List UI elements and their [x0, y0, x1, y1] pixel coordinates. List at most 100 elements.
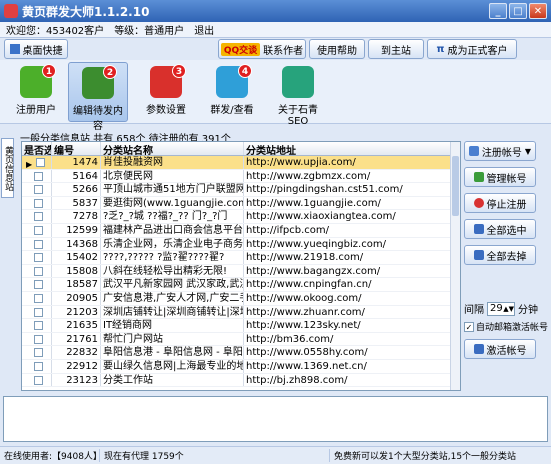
auto-email-checkbox[interactable]: ✓: [464, 321, 474, 332]
stop-register-button[interactable]: 停止注册: [464, 193, 536, 213]
row-checkbox[interactable]: [34, 212, 43, 222]
row-checkbox[interactable]: [34, 293, 43, 303]
row-checkbox[interactable]: [36, 158, 46, 167]
log-textarea[interactable]: [3, 396, 548, 442]
row-checkbox[interactable]: [34, 361, 43, 371]
desktop-shortcut-button[interactable]: 桌面快捷: [4, 39, 68, 59]
row-checkbox[interactable]: [34, 253, 43, 263]
table-row[interactable]: 5837要逛街网(www.1guangjie.com) - 逛http://ww…: [22, 196, 460, 211]
qq-icon: QQ交谈: [220, 42, 261, 56]
row-select-cell[interactable]: [22, 169, 52, 183]
deselect-all-button[interactable]: 全部去掉: [464, 245, 536, 265]
register-icon: [468, 146, 479, 156]
row-checkbox[interactable]: [34, 280, 43, 290]
col-id[interactable]: 编号: [52, 142, 101, 155]
row-url: http://ifpcb.com/: [244, 223, 454, 237]
step-badge-4: 4: [238, 64, 252, 78]
table-row[interactable]: 20905 广安信息港,广安人才网,广安二手 http://www.okoog.co…: [22, 291, 460, 306]
row-select-cell[interactable]: [22, 237, 52, 251]
manage-account-button[interactable]: 管理帐号: [464, 167, 536, 187]
row-url: http://www.zhuanr.com/: [244, 305, 454, 319]
table-row[interactable]: 15808 八斜在线轻松导出精彩无限! http://www.bagangzx.co…: [22, 264, 460, 279]
table-row[interactable]: ▶ 1474 肖佳投融资网 http://www.upjia.com/: [22, 156, 460, 170]
interval-stepper[interactable]: 29 ▲▼: [487, 301, 515, 316]
row-select-cell[interactable]: [22, 291, 52, 305]
contact-author-button[interactable]: QQ交谈 联系作者: [218, 39, 306, 59]
interval-unit: 分钟: [518, 305, 538, 316]
stop-icon: [473, 198, 484, 208]
row-name: 肖佳投融资网: [101, 156, 244, 169]
row-select-cell[interactable]: [22, 196, 52, 210]
tool-about[interactable]: 关于石青SEO: [268, 62, 328, 127]
side-tab[interactable]: 黄页信息站: [1, 138, 14, 198]
row-checkbox[interactable]: [34, 334, 43, 344]
top-toolbar: 桌面快捷 QQ交谈 联系作者 使用帮助 到主站 π 成为正式客户: [0, 38, 551, 60]
tool-register-user[interactable]: 1 注册用户: [6, 62, 66, 122]
row-select-cell[interactable]: [22, 332, 52, 346]
status-agents: 现在有代理 1759个: [100, 449, 330, 462]
row-select-cell[interactable]: [22, 210, 52, 223]
table-row[interactable]: 22912要山绿久信息网|上海最专业的地方信息http://www.1369.n…: [22, 359, 460, 374]
row-select-cell[interactable]: [22, 373, 52, 387]
row-name: 深圳店铺转让|深圳商铺转让|深圳铺: [101, 305, 244, 319]
row-select-cell[interactable]: [22, 305, 52, 319]
maximize-button[interactable]: □: [509, 3, 527, 19]
tool-send-view[interactable]: 4 群发/查看: [202, 62, 262, 122]
table-row[interactable]: 14368乐清企业网，乐清企业电子商务平台http://www.yueqingb…: [22, 237, 460, 252]
row-url: http://www.xiaoxiangtea.com/: [244, 210, 454, 223]
row-checkbox[interactable]: [34, 375, 43, 385]
logout-link[interactable]: 退出: [194, 22, 214, 37]
row-select-cell[interactable]: [22, 319, 52, 332]
table-row[interactable]: 23123 分类工作站 http://bj.zh898.com/: [22, 373, 460, 388]
tool-edit-content[interactable]: 2 编辑待发内容: [68, 62, 128, 132]
row-name: 福建林产品进出口商会信息平台: [103, 223, 244, 237]
minimize-button[interactable]: _: [489, 3, 507, 19]
row-url: http://pingdingshan.cst51.com/: [244, 183, 454, 196]
row-checkbox[interactable]: [34, 225, 43, 235]
row-name: IT经销商网: [101, 319, 244, 332]
col-select[interactable]: 是否选: [22, 142, 52, 155]
row-checkbox[interactable]: [34, 321, 43, 331]
table-row[interactable]: 5164 北京便民网 http://www.zgbmzx.com/: [22, 169, 460, 184]
row-select-cell[interactable]: [22, 278, 52, 291]
row-url: http://bm36.com/: [244, 332, 454, 346]
table-row[interactable]: 18587武汉平凡新家园网 武汉家政,武汉保洁http://www.cnping…: [22, 278, 460, 292]
table-row[interactable]: 5266平顶山城市通51地方门户联盟网 - 平顶http://pingdings…: [22, 183, 460, 197]
tool-settings[interactable]: 3 参数设置: [136, 62, 196, 122]
row-select-cell[interactable]: [22, 223, 52, 237]
row-checkbox[interactable]: [34, 198, 43, 208]
row-checkbox[interactable]: [34, 266, 43, 276]
select-all-button[interactable]: 全部选中: [464, 219, 536, 239]
row-name: 平顶山城市通51地方门户联盟网 - 平顶: [103, 183, 244, 196]
table-row[interactable]: 12599 福建林产品进出口商会信息平台 http://ifpcb.com/: [22, 223, 460, 238]
row-select-cell[interactable]: [22, 264, 52, 278]
row-checkbox[interactable]: [34, 307, 43, 317]
register-account-button[interactable]: 注册帐号 ▼: [464, 141, 536, 161]
table-row[interactable]: 15402????,????? ?监?翟????翟? http://www.219…: [22, 251, 460, 265]
activate-account-button[interactable]: 激活帐号: [464, 339, 536, 359]
row-name: 广安信息港,广安人才网,广安二手: [103, 291, 244, 305]
row-name: 要逛街网(www.1guangjie.com) - 逛: [103, 196, 244, 210]
row-select-cell[interactable]: ▶: [22, 156, 52, 169]
vertical-scrollbar[interactable]: [450, 142, 460, 390]
row-select-cell[interactable]: [22, 346, 52, 359]
row-checkbox[interactable]: [34, 185, 43, 195]
row-checkbox[interactable]: [34, 239, 43, 249]
table-row[interactable]: 22832阜阳信息港 - 阜阳信息网 - 阜阳分类http://www.0558…: [22, 346, 460, 360]
row-select-cell[interactable]: [22, 359, 52, 373]
col-url[interactable]: 分类站地址: [244, 142, 454, 155]
home-site-button[interactable]: 到主站: [368, 39, 424, 59]
close-button[interactable]: ✕: [529, 3, 547, 19]
upgrade-button[interactable]: π 成为正式客户: [427, 39, 517, 59]
table-row[interactable]: 7278 ?乏?_?城 ??福?_?? 门?_?门 http://www.xiaox…: [22, 210, 460, 224]
help-button[interactable]: 使用帮助: [309, 39, 365, 59]
row-select-cell[interactable]: [22, 183, 52, 196]
table-row[interactable]: 21635 IT经销商网 http://www.123sky.net/: [22, 319, 460, 333]
table-row[interactable]: 21203深圳店铺转让|深圳商铺转让|深圳铺http://www.zhuanr.…: [22, 305, 460, 320]
row-select-cell[interactable]: [22, 251, 52, 264]
row-checkbox[interactable]: [34, 171, 43, 181]
table-row[interactable]: 21761 帮忙门户网站 http://bm36.com/: [22, 332, 460, 347]
col-name[interactable]: 分类站名称: [101, 142, 244, 155]
row-url: http://www.1369.net.cn/: [244, 359, 454, 373]
row-checkbox[interactable]: [34, 348, 43, 358]
